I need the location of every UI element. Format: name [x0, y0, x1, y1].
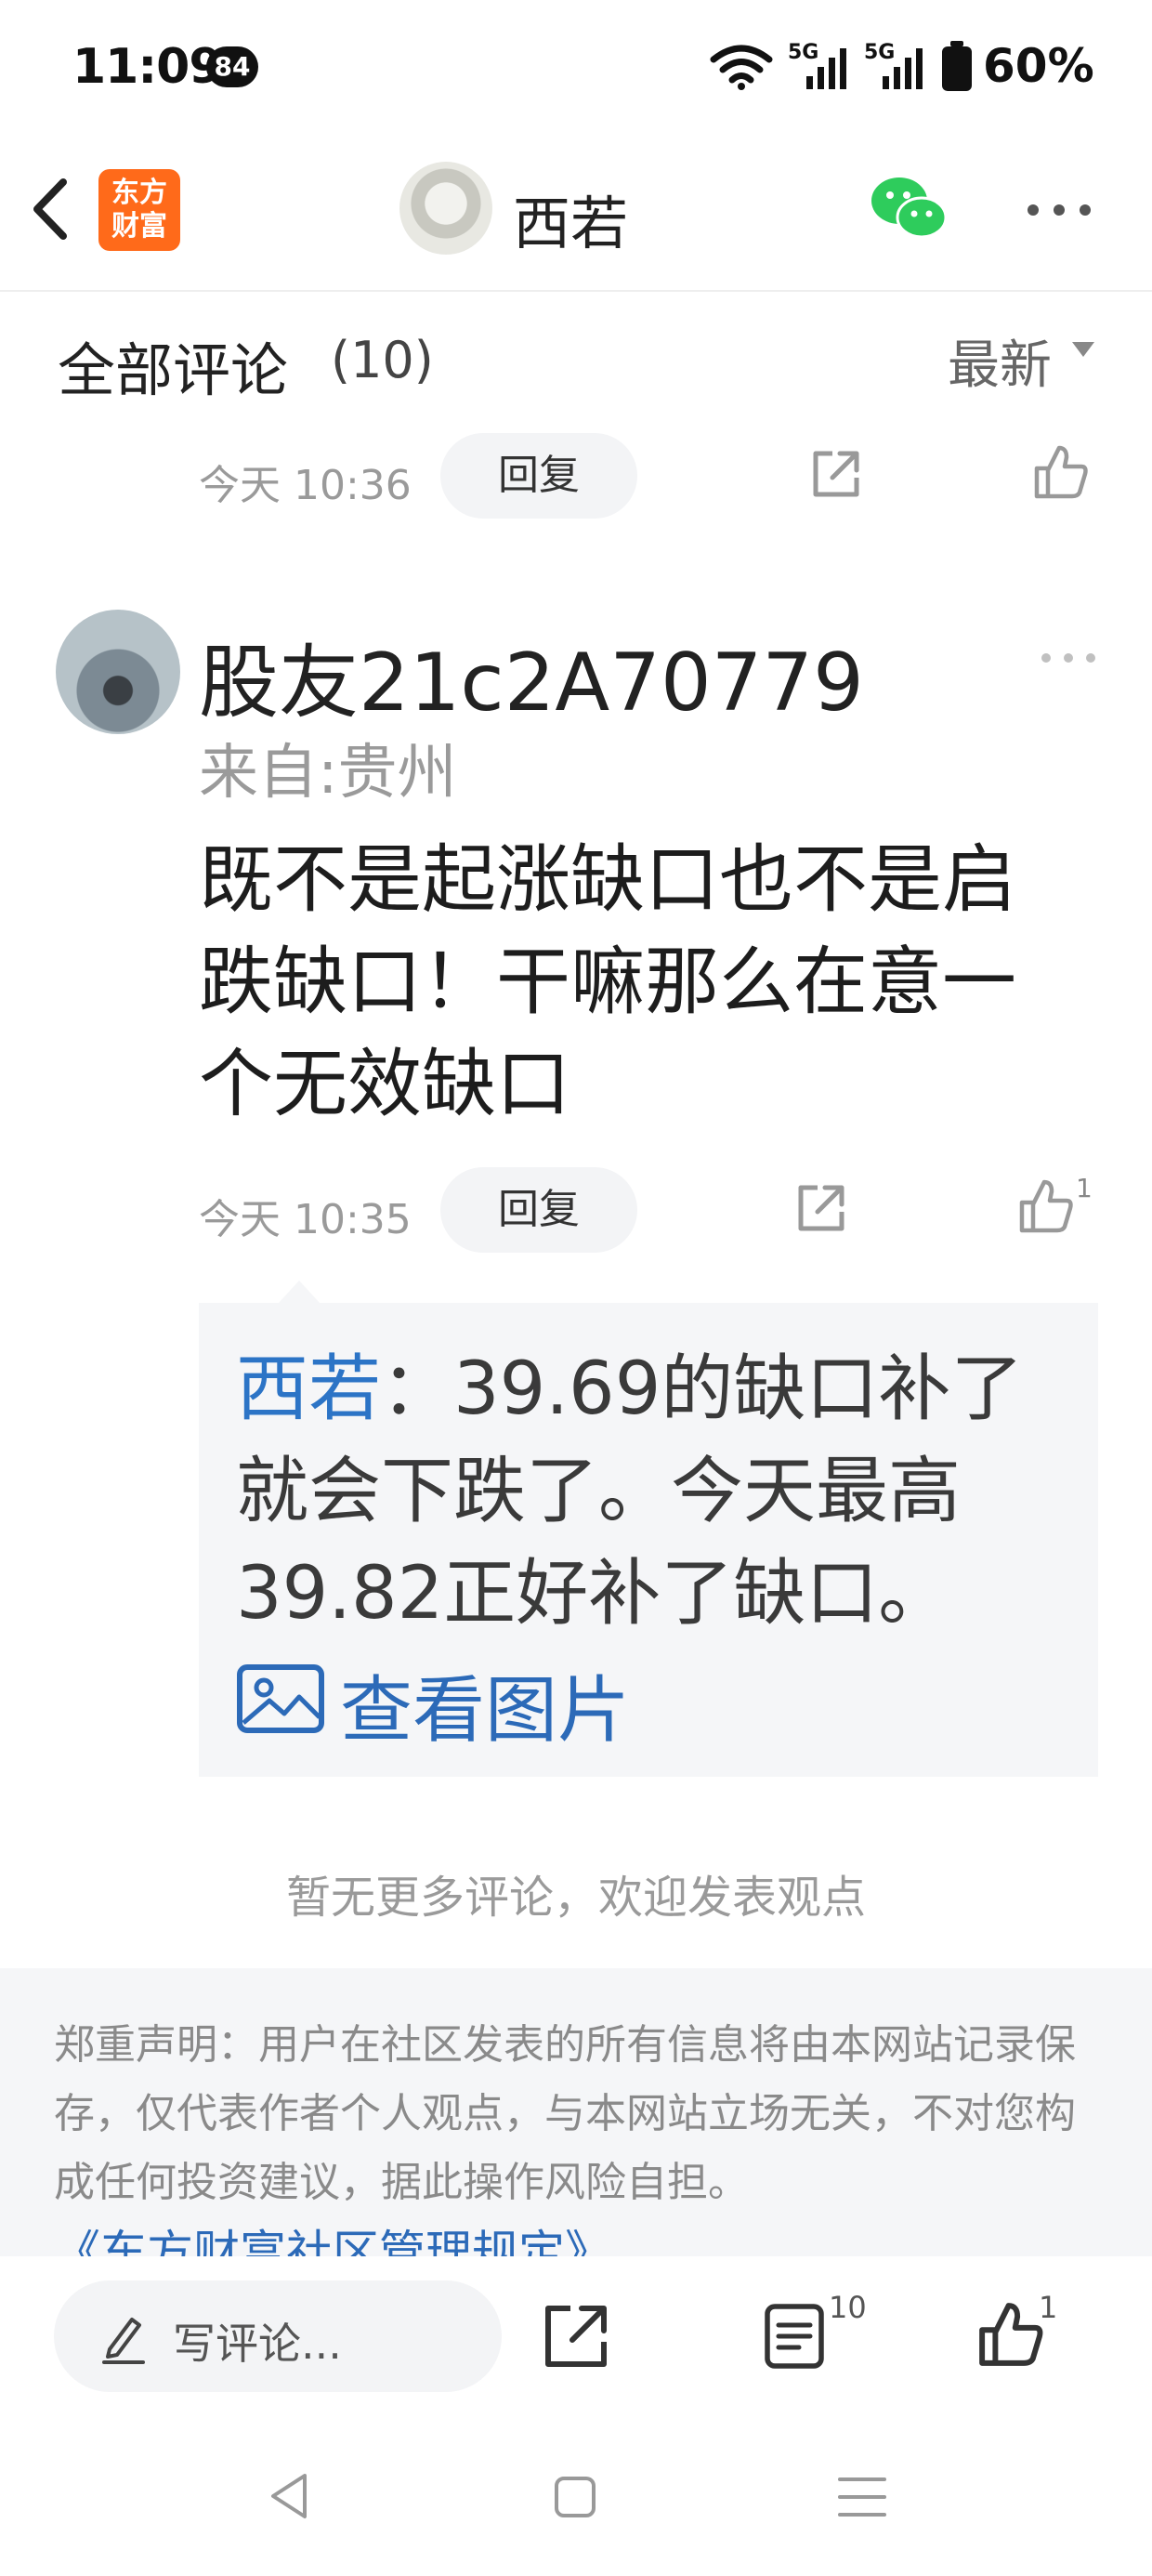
wechat-share-icon[interactable]	[870, 173, 948, 242]
image-icon[interactable]	[236, 1663, 325, 1734]
comment-share-icon[interactable]	[793, 1180, 849, 1236]
like-icon[interactable]	[1031, 442, 1091, 502]
status-bar: 11:09 84 5G 5G 60%	[0, 0, 1152, 139]
bottom-like-icon[interactable]	[975, 2299, 1046, 2370]
more-options-icon[interactable]	[1022, 182, 1096, 238]
nav-menu-icon[interactable]	[836, 2474, 888, 2520]
author-name[interactable]: 西若	[513, 177, 628, 260]
share-icon[interactable]	[808, 446, 864, 502]
commenter-location: 来自:贵州	[199, 739, 457, 808]
bottom-share-icon[interactable]	[541, 2301, 611, 2372]
battery-percent: 60%	[983, 39, 1094, 93]
wifi-icon	[710, 45, 773, 90]
sort-dropdown[interactable]: 最新	[948, 323, 1052, 399]
reply-text: 西若：39.69的缺口补了就会下跌了。今天最高39.82正好补了缺口。	[236, 1338, 1072, 1645]
commenter-avatar[interactable]	[56, 610, 180, 734]
write-comment-placeholder[interactable]: 写评论...	[173, 2310, 342, 2372]
nav-back-icon[interactable]	[264, 2470, 316, 2522]
signal-icon-2	[883, 48, 923, 89]
prev-reply-button[interactable]: 回复	[440, 433, 637, 519]
brand-logo-line1: 东方	[111, 177, 167, 209]
reply-button[interactable]: 回复	[440, 1167, 637, 1253]
battery-icon	[942, 41, 972, 91]
view-image-link[interactable]: 查看图片	[340, 1652, 630, 1756]
commenter-username[interactable]: 股友21c2A70779	[199, 617, 864, 733]
comments-title: 全部评论	[58, 336, 289, 404]
comment-time: 今天 10:35	[199, 1196, 412, 1243]
like-count-badge: 1	[1039, 2290, 1058, 2325]
signal-icon	[806, 48, 846, 89]
brand-logo[interactable]: 东方 财富	[98, 169, 180, 251]
prev-comment-time: 今天 10:36	[199, 462, 412, 509]
reply-author[interactable]: 西若	[236, 1347, 381, 1431]
caret-down-icon[interactable]	[1072, 342, 1094, 357]
comment-like-icon[interactable]	[1016, 1176, 1076, 1236]
pencil-icon	[102, 2318, 145, 2364]
no-more-comments: 暂无更多评论，欢迎发表观点	[285, 1872, 866, 1924]
author-avatar[interactable]	[399, 162, 492, 255]
comment-more-icon[interactable]	[1039, 651, 1098, 665]
notification-badge: 84	[206, 46, 258, 87]
comments-list-icon[interactable]	[764, 2303, 827, 2370]
disclaimer-text: 郑重声明：用户在社区发表的所有信息将由本网站记录保存，仅代表作者个人观点，与本网…	[54, 2021, 1076, 2206]
comment-text: 既不是起涨缺口也不是启跌缺口！干嘛那么在意一个无效缺口	[199, 836, 1016, 1127]
brand-logo-line2: 财富	[111, 210, 167, 243]
comments-count: (10)	[331, 331, 434, 389]
nav-home-icon[interactable]	[552, 2474, 598, 2520]
comment-like-count: 1	[1076, 1173, 1093, 1203]
comment-count-badge: 10	[829, 2290, 867, 2325]
clock: 11:09	[72, 39, 223, 95]
quote-pointer	[279, 1281, 320, 1303]
back-icon[interactable]	[28, 177, 74, 242]
